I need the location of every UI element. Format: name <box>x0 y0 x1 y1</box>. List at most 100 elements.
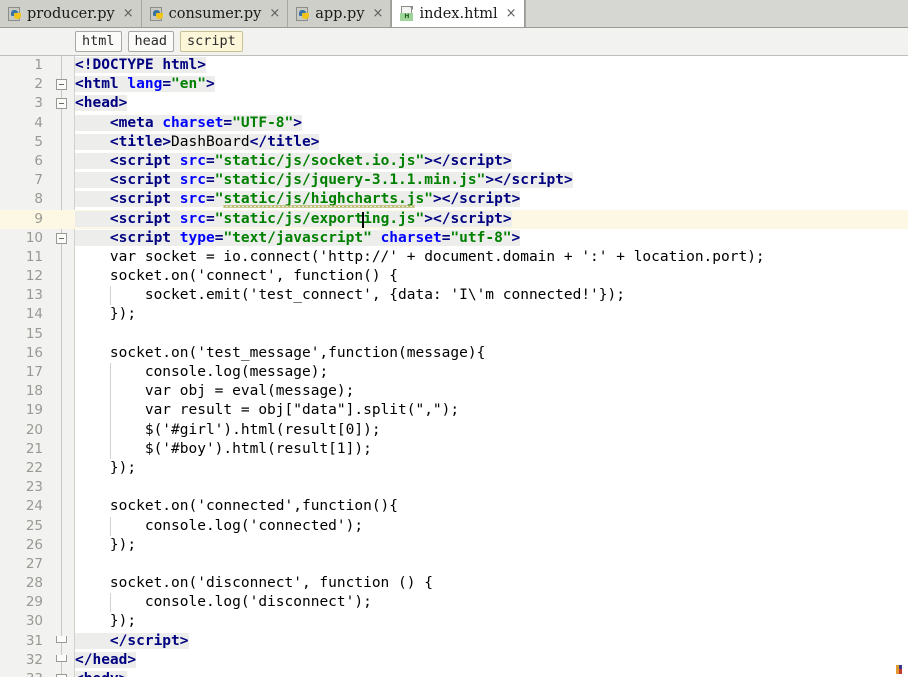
text-caret <box>362 211 364 228</box>
line-number: 30 <box>25 613 43 630</box>
line-number: 27 <box>25 555 43 572</box>
line-number: 23 <box>25 479 43 496</box>
tab-bar-filler <box>524 0 908 27</box>
line-number: 31 <box>25 632 43 649</box>
editor-tab-label: index.html <box>419 5 498 22</box>
code-text: <title>DashBoard</title> <box>75 133 320 152</box>
line-number: 8 <box>34 191 43 208</box>
code-line[interactable]: 23 <box>0 478 908 497</box>
code-line[interactable]: 1 <!DOCTYPE html> <box>0 56 908 75</box>
code-line[interactable]: 24 socket.on('connected',function(){ <box>0 497 908 516</box>
code-line[interactable]: 15 <box>0 325 908 344</box>
code-line[interactable]: 19 var result = obj["data"].split(","); <box>0 401 908 421</box>
line-number: 7 <box>34 172 43 189</box>
code-line[interactable]: 3 <head> <box>0 94 908 113</box>
code-line[interactable]: 16 socket.on('test_message',function(mes… <box>0 344 908 363</box>
close-icon[interactable]: × <box>506 7 517 20</box>
code-line[interactable]: 7 <script src="static/js/jquery-3.1.1.mi… <box>0 171 908 190</box>
code-text: <meta charset="UTF-8"> <box>75 114 302 133</box>
code-text: socket.on('connect', function() { <box>109 268 399 285</box>
code-line[interactable]: 30 }); <box>0 612 908 631</box>
code-editor[interactable]: 1 <!DOCTYPE html> 2 <html lang="en"> 3 <head>… <box>0 56 908 677</box>
code-line[interactable]: 29 console.log('disconnect'); <box>0 593 908 613</box>
python-file-icon <box>296 6 310 21</box>
code-line[interactable]: 14 }); <box>0 305 908 324</box>
code-line[interactable]: 5 <title>DashBoard</title> <box>0 133 908 152</box>
code-text: <script src="static/js/socket.io.js"></s… <box>75 152 512 171</box>
editor-tab-index-html[interactable]: Hindex.html × <box>391 0 525 27</box>
editor-tab-producer-py[interactable]: producer.py × <box>0 0 142 27</box>
editor-tab-app-py[interactable]: app.py × <box>288 0 392 27</box>
line-number: 4 <box>34 114 43 131</box>
fold-collapse-icon[interactable] <box>56 79 67 91</box>
ide-window: producer.py × consumer.py × app.py × Hindex.ht… <box>0 0 908 677</box>
code-text: </head> <box>75 651 137 668</box>
code-text: var result = obj["data"].split(","); <box>144 402 460 419</box>
code-lines: 1 <!DOCTYPE html> 2 <html lang="en"> 3 <head>… <box>0 56 908 677</box>
code-line[interactable]: 20 $('#girl').html(result[0]); <box>0 420 908 440</box>
line-number: 21 <box>25 440 43 457</box>
line-number: 10 <box>25 229 43 246</box>
code-text: <html lang="en"> <box>75 76 215 93</box>
close-icon[interactable]: × <box>373 7 384 20</box>
editor-tab-bar: producer.py × consumer.py × app.py × Hindex.ht… <box>0 0 908 28</box>
fold-end-icon[interactable] <box>56 654 67 666</box>
code-text: console.log('connected'); <box>144 517 364 534</box>
code-line[interactable]: 6 <script src="static/js/socket.io.js"><… <box>0 152 908 171</box>
line-number: 15 <box>25 325 43 342</box>
code-line[interactable]: 18 var obj = eval(message); <box>0 382 908 402</box>
code-text: <script src="static/js/exporting.js"></s… <box>75 210 512 229</box>
breadcrumb-item-script[interactable]: script <box>180 30 243 53</box>
code-line[interactable]: 13 socket.emit('test_connect', {data: 'I… <box>0 286 908 306</box>
code-line[interactable]: 12 socket.on('connect', function() { <box>0 267 908 286</box>
line-number: 22 <box>25 459 43 476</box>
code-line[interactable]: 17 console.log(message); <box>0 363 908 383</box>
line-number: 33 <box>0 670 43 677</box>
editor-tab-label: producer.py <box>27 5 115 22</box>
code-text: socket.on('connected',function(){ <box>109 498 399 515</box>
code-line[interactable]: 26 }); <box>0 536 908 555</box>
code-line[interactable]: 28 socket.on('disconnect', function () { <box>0 574 908 593</box>
warning-squiggle <box>223 205 415 209</box>
code-line[interactable]: 8 <script src="static/js/highcharts.js">… <box>0 190 908 209</box>
code-line[interactable]: 2 <html lang="en"> <box>0 75 908 94</box>
editor-tab-consumer-py[interactable]: consumer.py × <box>141 0 289 27</box>
code-line[interactable]: 21 $('#boy').html(result[1]); <box>0 439 908 459</box>
line-number: 9 <box>34 210 43 227</box>
close-icon[interactable]: × <box>269 7 280 20</box>
python-file-icon <box>149 6 164 21</box>
code-line[interactable]: 9 <script src="static/js/exporting.js"><… <box>0 209 908 229</box>
line-number: 6 <box>34 152 43 169</box>
line-number: 26 <box>25 536 43 553</box>
code-text: <script type="text/javascript" charset="… <box>75 229 521 248</box>
line-number: 2 <box>34 76 43 93</box>
code-line[interactable]: 31 </script> <box>0 632 908 651</box>
code-line[interactable]: 10 <script type="text/javascript" charse… <box>0 229 908 248</box>
editor-tab-label: app.py <box>315 5 365 22</box>
line-number: 28 <box>25 575 43 592</box>
code-text: $('#girl').html(result[0]); <box>144 421 381 438</box>
code-text: }); <box>109 306 137 323</box>
line-number: 18 <box>25 383 43 400</box>
line-number: 12 <box>25 268 43 285</box>
line-number: 3 <box>34 95 43 112</box>
close-icon[interactable]: × <box>123 7 134 20</box>
code-line[interactable]: 4 <meta charset="UTF-8"> <box>0 114 908 133</box>
status-color-marker <box>896 665 904 674</box>
code-line[interactable]: 33 <body> <box>0 670 908 677</box>
fold-collapse-icon[interactable] <box>56 232 67 244</box>
code-line[interactable]: 11 var socket = io.connect('http://' + d… <box>0 248 908 267</box>
breadcrumb-item-html[interactable]: html <box>75 30 122 53</box>
code-line[interactable]: 32 </head> <box>0 651 908 670</box>
code-text: </script> <box>75 632 189 651</box>
line-number: 13 <box>25 287 43 304</box>
code-text: socket.on('disconnect', function () { <box>109 575 433 592</box>
code-text: <body> <box>75 670 128 677</box>
fold-collapse-icon[interactable] <box>56 98 67 110</box>
code-line[interactable]: 22 }); <box>0 459 908 478</box>
fold-end-icon[interactable] <box>56 635 67 647</box>
code-line[interactable]: 27 <box>0 555 908 574</box>
code-line[interactable]: 25 console.log('connected'); <box>0 516 908 536</box>
breadcrumb-item-head[interactable]: head <box>127 30 175 53</box>
line-number: 24 <box>25 498 43 515</box>
